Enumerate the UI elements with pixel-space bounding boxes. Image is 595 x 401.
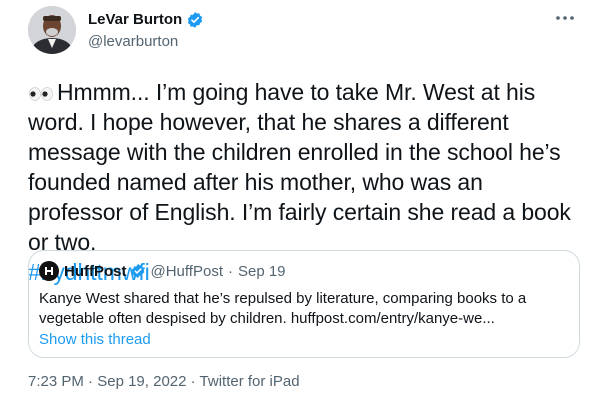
tweet-date[interactable]: Sep 19, 2022 — [97, 373, 186, 390]
author-info: LeVar Burton @levarburton — [88, 10, 204, 52]
quoted-tweet-header: HuffPost @HuffPost · Sep 19 — [39, 261, 286, 281]
meta-separator: · — [88, 373, 94, 390]
show-thread-link[interactable]: Show this thread — [39, 331, 151, 348]
author-name-row: LeVar Burton — [88, 10, 204, 30]
eyes-emoji-icon — [29, 87, 53, 101]
quoted-author-name: HuffPost — [64, 262, 127, 280]
verified-badge-icon — [131, 264, 144, 278]
author-name[interactable]: LeVar Burton — [88, 10, 182, 30]
author-handle[interactable]: @levarburton — [88, 32, 204, 52]
avatar-photo — [28, 6, 76, 54]
more-options-icon[interactable] — [553, 6, 577, 30]
tweet-source: Twitter for iPad — [199, 373, 300, 390]
quoted-date: Sep 19 — [237, 262, 286, 280]
verified-badge-icon — [188, 12, 203, 28]
meta-separator: · — [190, 373, 196, 390]
quoted-author-handle: @HuffPost — [150, 262, 223, 280]
tweet-time[interactable]: 7:23 PM — [28, 373, 84, 390]
huffpost-logo-icon — [39, 261, 59, 281]
avatar[interactable] — [28, 6, 76, 54]
tweet-body: Hmmm... I’m going have to take Mr. West … — [28, 79, 571, 255]
tweet-meta: 7:23 PM · Sep 19, 2022 · Twitter for iPa… — [28, 373, 300, 390]
quoted-tweet-card[interactable]: HuffPost @HuffPost · Sep 19 Kanye West s… — [28, 250, 580, 358]
quoted-separator: · — [227, 262, 233, 280]
quoted-tweet-text: Kanye West shared that he’s repulsed by … — [39, 290, 527, 327]
